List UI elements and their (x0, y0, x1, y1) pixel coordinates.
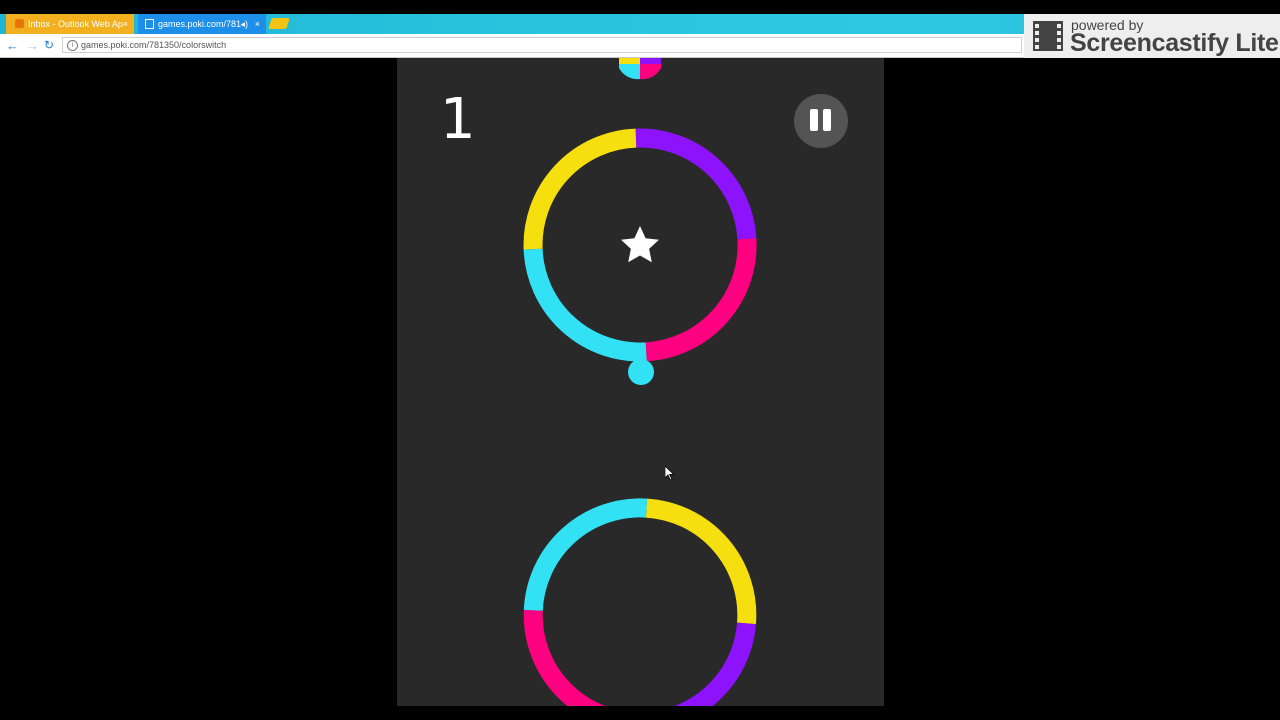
tab-title: Inbox - Outlook Web Ap (28, 19, 123, 29)
close-icon[interactable]: × (123, 14, 128, 34)
speaker-icon[interactable]: ◂) (240, 14, 248, 34)
star-icon (621, 226, 659, 263)
pause-icon (810, 109, 818, 131)
screencastify-watermark: powered by Screencastify Lite (1024, 14, 1280, 58)
info-icon[interactable]: i (67, 40, 78, 51)
player-ball (628, 359, 654, 385)
color-switcher (619, 58, 661, 80)
forward-button[interactable]: → (26, 36, 39, 55)
back-button[interactable]: ← (6, 36, 19, 55)
mouse-cursor-icon (665, 466, 675, 481)
game-canvas[interactable]: 1 (397, 58, 884, 706)
close-icon[interactable]: × (255, 14, 260, 34)
tab-title: games.poki.com/781 (158, 19, 242, 29)
rotating-ring-lower (523, 498, 757, 706)
address-bar[interactable]: i games.poki.com/781350/colorswitch (62, 37, 1022, 53)
film-icon (1033, 21, 1063, 51)
pause-button[interactable] (794, 94, 848, 148)
screencastify-name: Screencastify Lite (1070, 29, 1279, 57)
outlook-icon (15, 19, 24, 28)
pause-icon (823, 109, 831, 131)
tab-outlook[interactable]: Inbox - Outlook Web Ap × (6, 14, 134, 34)
url-text: games.poki.com/781350/colorswitch (81, 40, 227, 50)
score-counter: 1 (440, 87, 476, 152)
reload-button[interactable]: ↻ (44, 36, 54, 55)
page-icon (145, 19, 154, 29)
new-tab-button[interactable] (268, 18, 290, 29)
tab-poki[interactable]: games.poki.com/781 ◂) × (138, 14, 266, 34)
game-scene (523, 58, 757, 706)
